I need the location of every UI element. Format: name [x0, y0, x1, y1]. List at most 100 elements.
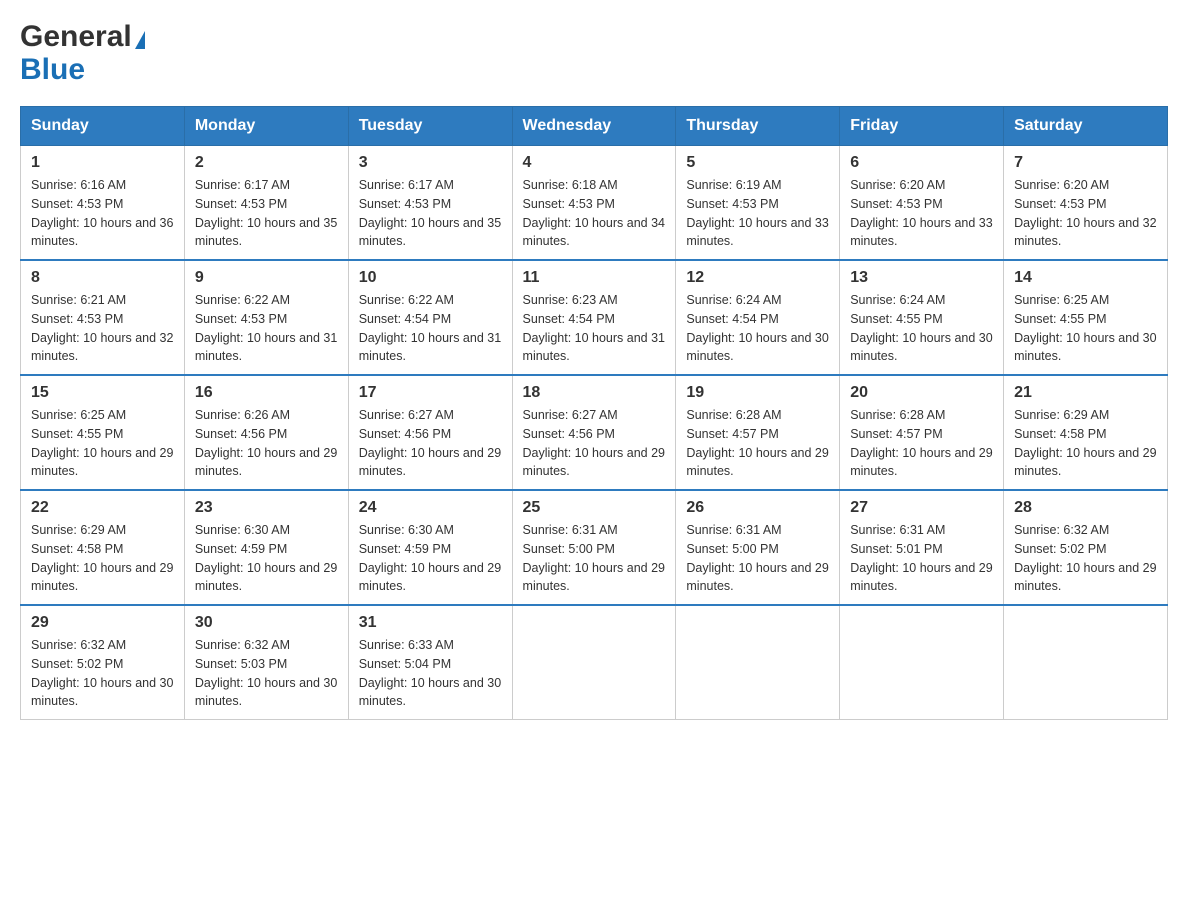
day-number: 24: [359, 499, 502, 517]
calendar-day-cell: 15 Sunrise: 6:25 AM Sunset: 4:55 PM Dayl…: [21, 375, 185, 490]
calendar-day-cell: 26 Sunrise: 6:31 AM Sunset: 5:00 PM Dayl…: [676, 490, 840, 605]
col-friday: Friday: [840, 107, 1004, 146]
day-info: Sunrise: 6:31 AM Sunset: 5:00 PM Dayligh…: [523, 521, 666, 596]
day-info: Sunrise: 6:26 AM Sunset: 4:56 PM Dayligh…: [195, 406, 338, 481]
day-info: Sunrise: 6:33 AM Sunset: 5:04 PM Dayligh…: [359, 636, 502, 711]
calendar-body: 1 Sunrise: 6:16 AM Sunset: 4:53 PM Dayli…: [21, 146, 1168, 720]
day-number: 16: [195, 384, 338, 402]
day-number: 3: [359, 154, 502, 172]
day-info: Sunrise: 6:22 AM Sunset: 4:54 PM Dayligh…: [359, 291, 502, 366]
calendar-day-cell: 4 Sunrise: 6:18 AM Sunset: 4:53 PM Dayli…: [512, 146, 676, 261]
day-number: 18: [523, 384, 666, 402]
calendar-day-cell: 2 Sunrise: 6:17 AM Sunset: 4:53 PM Dayli…: [184, 146, 348, 261]
calendar-day-cell: 31 Sunrise: 6:33 AM Sunset: 5:04 PM Dayl…: [348, 605, 512, 720]
day-number: 10: [359, 269, 502, 287]
day-number: 5: [686, 154, 829, 172]
day-info: Sunrise: 6:28 AM Sunset: 4:57 PM Dayligh…: [850, 406, 993, 481]
logo: General Blue: [20, 20, 145, 86]
day-info: Sunrise: 6:23 AM Sunset: 4:54 PM Dayligh…: [523, 291, 666, 366]
col-thursday: Thursday: [676, 107, 840, 146]
day-number: 14: [1014, 269, 1157, 287]
logo-wordmark: General Blue: [20, 20, 145, 86]
calendar-day-cell: 29 Sunrise: 6:32 AM Sunset: 5:02 PM Dayl…: [21, 605, 185, 720]
calendar-week-row: 8 Sunrise: 6:21 AM Sunset: 4:53 PM Dayli…: [21, 260, 1168, 375]
day-number: 11: [523, 269, 666, 287]
day-info: Sunrise: 6:27 AM Sunset: 4:56 PM Dayligh…: [359, 406, 502, 481]
day-info: Sunrise: 6:17 AM Sunset: 4:53 PM Dayligh…: [359, 176, 502, 251]
day-info: Sunrise: 6:20 AM Sunset: 4:53 PM Dayligh…: [850, 176, 993, 251]
calendar-day-cell: 8 Sunrise: 6:21 AM Sunset: 4:53 PM Dayli…: [21, 260, 185, 375]
calendar-table: Sunday Monday Tuesday Wednesday Thursday…: [20, 106, 1168, 720]
day-number: 2: [195, 154, 338, 172]
calendar-day-cell: 6 Sunrise: 6:20 AM Sunset: 4:53 PM Dayli…: [840, 146, 1004, 261]
day-number: 13: [850, 269, 993, 287]
day-info: Sunrise: 6:29 AM Sunset: 4:58 PM Dayligh…: [31, 521, 174, 596]
col-monday: Monday: [184, 107, 348, 146]
day-number: 23: [195, 499, 338, 517]
calendar-day-cell: 22 Sunrise: 6:29 AM Sunset: 4:58 PM Dayl…: [21, 490, 185, 605]
day-number: 22: [31, 499, 174, 517]
day-info: Sunrise: 6:21 AM Sunset: 4:53 PM Dayligh…: [31, 291, 174, 366]
calendar-day-cell: [840, 605, 1004, 720]
day-info: Sunrise: 6:25 AM Sunset: 4:55 PM Dayligh…: [31, 406, 174, 481]
logo-general-text: General: [20, 20, 132, 53]
calendar-day-cell: 24 Sunrise: 6:30 AM Sunset: 4:59 PM Dayl…: [348, 490, 512, 605]
day-number: 17: [359, 384, 502, 402]
day-number: 28: [1014, 499, 1157, 517]
calendar-day-cell: 10 Sunrise: 6:22 AM Sunset: 4:54 PM Dayl…: [348, 260, 512, 375]
day-info: Sunrise: 6:30 AM Sunset: 4:59 PM Dayligh…: [195, 521, 338, 596]
day-info: Sunrise: 6:16 AM Sunset: 4:53 PM Dayligh…: [31, 176, 174, 251]
calendar-day-cell: 12 Sunrise: 6:24 AM Sunset: 4:54 PM Dayl…: [676, 260, 840, 375]
calendar-day-cell: 27 Sunrise: 6:31 AM Sunset: 5:01 PM Dayl…: [840, 490, 1004, 605]
calendar-day-cell: 7 Sunrise: 6:20 AM Sunset: 4:53 PM Dayli…: [1004, 146, 1168, 261]
day-info: Sunrise: 6:31 AM Sunset: 5:00 PM Dayligh…: [686, 521, 829, 596]
day-number: 26: [686, 499, 829, 517]
calendar-day-cell: 19 Sunrise: 6:28 AM Sunset: 4:57 PM Dayl…: [676, 375, 840, 490]
calendar-day-cell: 28 Sunrise: 6:32 AM Sunset: 5:02 PM Dayl…: [1004, 490, 1168, 605]
calendar-day-cell: [1004, 605, 1168, 720]
day-number: 9: [195, 269, 338, 287]
day-number: 12: [686, 269, 829, 287]
col-sunday: Sunday: [21, 107, 185, 146]
calendar-day-cell: 23 Sunrise: 6:30 AM Sunset: 4:59 PM Dayl…: [184, 490, 348, 605]
calendar-day-cell: 3 Sunrise: 6:17 AM Sunset: 4:53 PM Dayli…: [348, 146, 512, 261]
day-info: Sunrise: 6:32 AM Sunset: 5:02 PM Dayligh…: [1014, 521, 1157, 596]
day-number: 8: [31, 269, 174, 287]
day-info: Sunrise: 6:19 AM Sunset: 4:53 PM Dayligh…: [686, 176, 829, 251]
day-info: Sunrise: 6:24 AM Sunset: 4:55 PM Dayligh…: [850, 291, 993, 366]
calendar-day-cell: 16 Sunrise: 6:26 AM Sunset: 4:56 PM Dayl…: [184, 375, 348, 490]
day-number: 27: [850, 499, 993, 517]
logo-triangle-icon: [135, 31, 145, 49]
calendar-week-row: 15 Sunrise: 6:25 AM Sunset: 4:55 PM Dayl…: [21, 375, 1168, 490]
calendar-day-cell: 5 Sunrise: 6:19 AM Sunset: 4:53 PM Dayli…: [676, 146, 840, 261]
day-number: 7: [1014, 154, 1157, 172]
calendar-week-row: 22 Sunrise: 6:29 AM Sunset: 4:58 PM Dayl…: [21, 490, 1168, 605]
day-info: Sunrise: 6:31 AM Sunset: 5:01 PM Dayligh…: [850, 521, 993, 596]
page-header: General Blue: [20, 20, 1168, 86]
day-number: 25: [523, 499, 666, 517]
calendar-day-cell: 20 Sunrise: 6:28 AM Sunset: 4:57 PM Dayl…: [840, 375, 1004, 490]
calendar-day-cell: 30 Sunrise: 6:32 AM Sunset: 5:03 PM Dayl…: [184, 605, 348, 720]
calendar-day-cell: 18 Sunrise: 6:27 AM Sunset: 4:56 PM Dayl…: [512, 375, 676, 490]
calendar-week-row: 29 Sunrise: 6:32 AM Sunset: 5:02 PM Dayl…: [21, 605, 1168, 720]
day-info: Sunrise: 6:18 AM Sunset: 4:53 PM Dayligh…: [523, 176, 666, 251]
day-number: 30: [195, 614, 338, 632]
day-number: 1: [31, 154, 174, 172]
day-number: 19: [686, 384, 829, 402]
calendar-day-cell: 21 Sunrise: 6:29 AM Sunset: 4:58 PM Dayl…: [1004, 375, 1168, 490]
calendar-day-cell: [676, 605, 840, 720]
day-info: Sunrise: 6:30 AM Sunset: 4:59 PM Dayligh…: [359, 521, 502, 596]
col-tuesday: Tuesday: [348, 107, 512, 146]
calendar-day-cell: 13 Sunrise: 6:24 AM Sunset: 4:55 PM Dayl…: [840, 260, 1004, 375]
calendar-day-cell: [512, 605, 676, 720]
day-info: Sunrise: 6:25 AM Sunset: 4:55 PM Dayligh…: [1014, 291, 1157, 366]
calendar-day-cell: 1 Sunrise: 6:16 AM Sunset: 4:53 PM Dayli…: [21, 146, 185, 261]
day-info: Sunrise: 6:28 AM Sunset: 4:57 PM Dayligh…: [686, 406, 829, 481]
calendar-header-row: Sunday Monday Tuesday Wednesday Thursday…: [21, 107, 1168, 146]
col-wednesday: Wednesday: [512, 107, 676, 146]
day-info: Sunrise: 6:32 AM Sunset: 5:02 PM Dayligh…: [31, 636, 174, 711]
day-number: 31: [359, 614, 502, 632]
day-number: 29: [31, 614, 174, 632]
day-number: 4: [523, 154, 666, 172]
calendar-day-cell: 25 Sunrise: 6:31 AM Sunset: 5:00 PM Dayl…: [512, 490, 676, 605]
